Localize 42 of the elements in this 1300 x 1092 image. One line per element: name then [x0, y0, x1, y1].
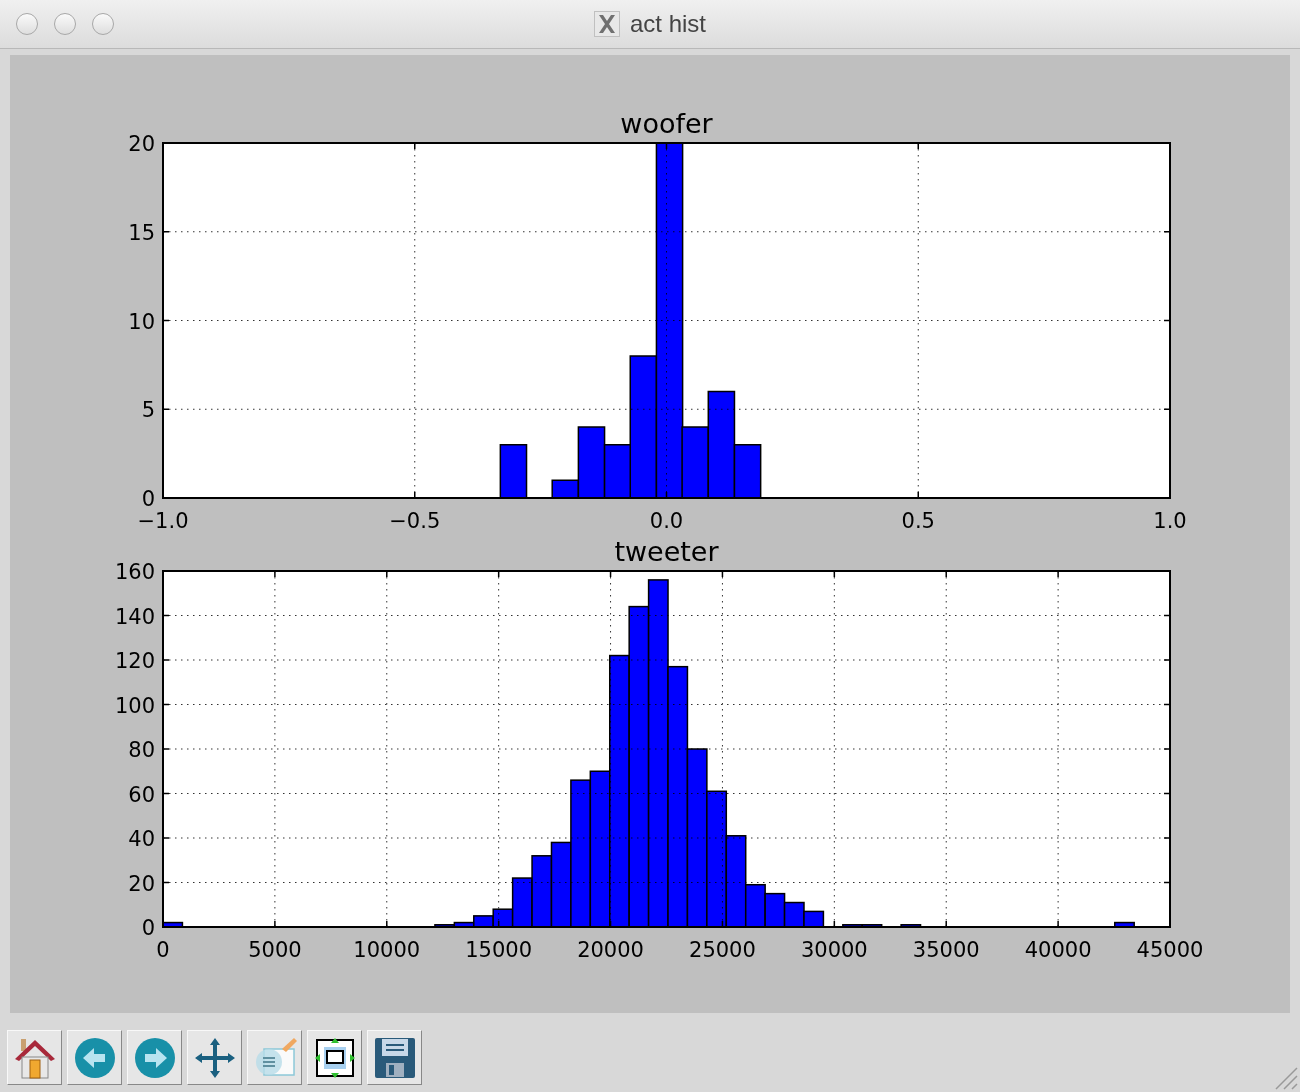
x-tick-label: 0.0	[649, 509, 684, 533]
x-tick-label: 5000	[248, 938, 302, 962]
x-tick-label: 45000	[1136, 938, 1204, 962]
y-tick-label: 80	[128, 738, 155, 762]
y-tick-label: 100	[114, 693, 155, 718]
x-tick-label: −0.5	[389, 509, 441, 533]
x-tick-label: 0.5	[901, 509, 935, 533]
y-tick-label: 160	[114, 560, 155, 584]
close-button[interactable]	[16, 13, 38, 35]
y-tick-label: 140	[114, 604, 155, 629]
y-tick-label: 20	[128, 132, 155, 156]
x-tick-label: 25000	[689, 938, 756, 962]
home-button[interactable]	[7, 1030, 62, 1085]
x-tick-label: 30000	[800, 938, 868, 962]
window-title: act hist	[630, 10, 706, 38]
x-tick-label: 15000	[465, 938, 533, 962]
pan-button[interactable]	[187, 1030, 242, 1085]
y-tick-label: 0	[141, 487, 155, 511]
save-button[interactable]	[367, 1030, 422, 1085]
chart-title: tweeter	[614, 536, 719, 567]
forward-button[interactable]	[127, 1030, 182, 1085]
x-tick-label: 1.0	[1153, 509, 1187, 533]
y-tick-label: 60	[128, 782, 155, 807]
x-tick-label: 40000	[1024, 938, 1092, 962]
x-tick-label: 20000	[577, 938, 644, 962]
y-tick-label: 120	[114, 649, 155, 673]
x-tick-label: 35000	[912, 938, 980, 962]
y-tick-label: 5	[141, 398, 155, 423]
x-window-icon	[594, 11, 620, 37]
minimize-button[interactable]	[54, 13, 76, 35]
zoom-button[interactable]	[92, 13, 114, 35]
x-tick-label: 10000	[353, 938, 421, 962]
y-tick-label: 20	[128, 871, 155, 896]
subplots-button[interactable]	[307, 1030, 362, 1085]
y-tick-label: 15	[128, 220, 155, 245]
y-tick-label: 10	[128, 309, 155, 334]
back-button[interactable]	[67, 1030, 122, 1085]
chart-title: woofer	[620, 108, 713, 139]
y-tick-label: 40	[128, 827, 155, 851]
y-tick-label: 0	[141, 916, 155, 940]
x-tick-label: −1.0	[137, 509, 189, 533]
x-tick-label: 0	[156, 938, 170, 962]
